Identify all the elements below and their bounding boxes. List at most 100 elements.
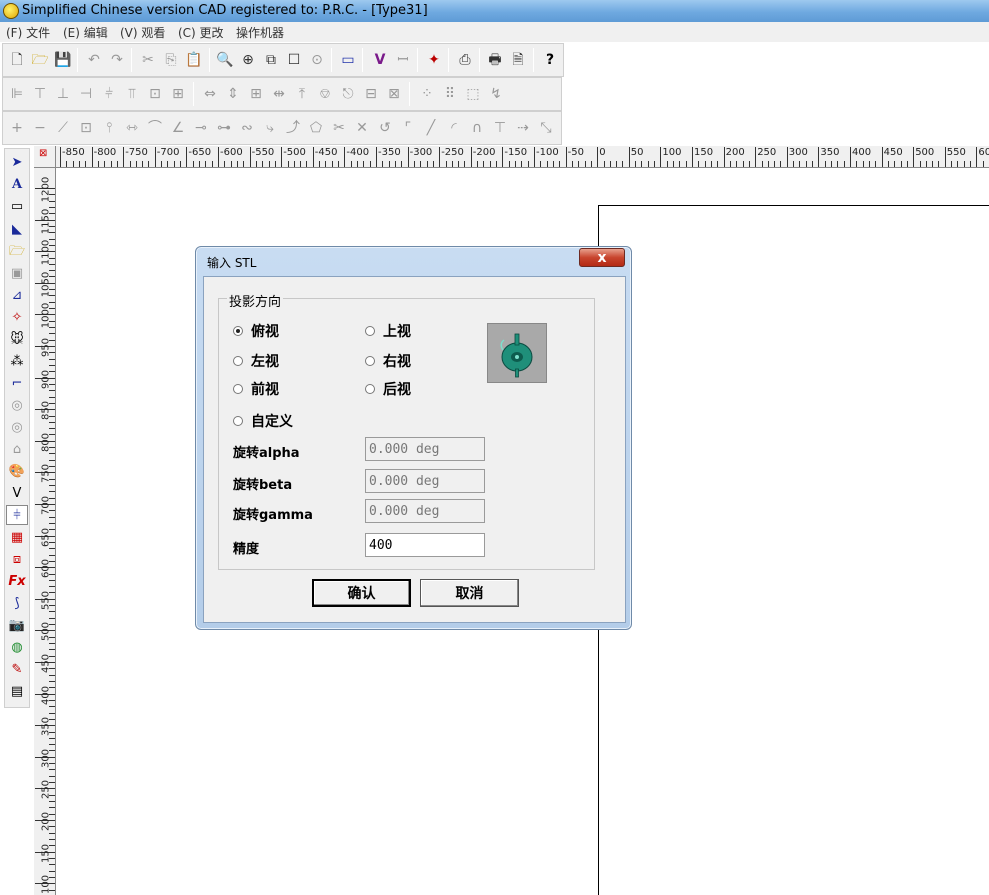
grid-array-icon[interactable]: ▦ bbox=[6, 527, 28, 547]
precision-field[interactable] bbox=[365, 533, 485, 557]
menu-file[interactable]: (F) 文件 bbox=[6, 24, 50, 41]
group-icon[interactable]: ⎋ bbox=[337, 83, 359, 105]
vg-icon[interactable]: V bbox=[6, 483, 28, 503]
distribute-h-icon[interactable]: ⇹ bbox=[268, 83, 290, 105]
plugin-b-icon[interactable]: ◎ bbox=[6, 417, 28, 437]
add-node-icon[interactable]: + bbox=[6, 117, 28, 139]
wand-icon[interactable]: ✧ bbox=[6, 307, 28, 327]
connect-icon[interactable]: ⇢ bbox=[512, 117, 534, 139]
menu-edit[interactable]: (E) 编辑 bbox=[63, 24, 108, 41]
radio-left-view[interactable]: 左视 bbox=[233, 351, 279, 371]
cross-icon[interactable]: ✕ bbox=[351, 117, 373, 139]
frame-icon[interactable]: ⧈ bbox=[6, 549, 28, 569]
radio-indicator[interactable] bbox=[365, 356, 375, 366]
text-tool-icon[interactable]: A bbox=[6, 174, 28, 194]
zoom-window-icon[interactable]: ⧉ bbox=[260, 49, 282, 71]
shape-icon[interactable]: ⬠ bbox=[305, 117, 327, 139]
zoom-in-icon[interactable]: ⊕ bbox=[237, 49, 259, 71]
export-icon[interactable]: ⎙ bbox=[454, 49, 476, 71]
radio-indicator[interactable] bbox=[233, 416, 243, 426]
radio-custom-view[interactable]: 自定义 bbox=[233, 411, 293, 431]
diagonal-icon[interactable]: ╱ bbox=[420, 117, 442, 139]
vector-icon[interactable]: V bbox=[369, 49, 391, 71]
path-icon[interactable]: ↯ bbox=[485, 83, 507, 105]
pen-icon[interactable]: ✎ bbox=[6, 659, 28, 679]
node-select-icon[interactable]: ◣ bbox=[6, 219, 28, 239]
curve-icon[interactable]: ⌒ bbox=[144, 117, 166, 139]
ok-button[interactable]: 确认 bbox=[312, 579, 411, 607]
palette-icon[interactable]: 🎨 bbox=[6, 461, 28, 481]
radio-indicator[interactable] bbox=[233, 384, 243, 394]
dots-icon[interactable]: ⁂ bbox=[6, 351, 28, 371]
join-icon[interactable]: ⇿ bbox=[121, 117, 143, 139]
drill-icon[interactable]: ⌐ bbox=[6, 373, 28, 393]
center-page-icon[interactable]: ⊞ bbox=[167, 83, 189, 105]
align-left-icon[interactable]: ⊫ bbox=[6, 83, 28, 105]
node-line-icon[interactable]: ⊶ bbox=[213, 117, 235, 139]
zoom-icon[interactable]: 🔍 bbox=[214, 49, 236, 71]
cutter-icon[interactable]: ⊿ bbox=[6, 285, 28, 305]
plugin-a-icon[interactable]: ◎ bbox=[6, 395, 28, 415]
distribute-v-icon[interactable]: ⤒ bbox=[291, 83, 313, 105]
fx-icon[interactable]: Fx bbox=[6, 571, 28, 591]
radio-back-view[interactable]: 后视 bbox=[365, 379, 411, 399]
new-file-icon[interactable]: 🗋 bbox=[6, 49, 28, 71]
line-segment-icon[interactable]: ⟋ bbox=[52, 117, 74, 139]
radio-top-view[interactable]: 俯视 bbox=[233, 321, 279, 341]
node-curve-icon[interactable]: ⤴ bbox=[282, 117, 304, 139]
save-icon[interactable]: 💾 bbox=[52, 49, 74, 71]
signature-icon[interactable]: ⟆ bbox=[6, 593, 28, 613]
measure-icon[interactable]: ▭ bbox=[337, 49, 359, 71]
radio-indicator[interactable] bbox=[365, 384, 375, 394]
radio-indicator[interactable] bbox=[365, 326, 375, 336]
ungroup-icon[interactable]: ⊟ bbox=[360, 83, 382, 105]
smooth-icon[interactable]: ∠ bbox=[167, 117, 189, 139]
nodes-icon[interactable]: ⁘ bbox=[416, 83, 438, 105]
node-box-icon[interactable]: ⊡ bbox=[75, 117, 97, 139]
same-height-icon[interactable]: ⇕ bbox=[222, 83, 244, 105]
save-disabled-icon[interactable]: ▣ bbox=[6, 263, 28, 283]
same-width-icon[interactable]: ⇔ bbox=[199, 83, 221, 105]
mirror-icon[interactable]: ⎊ bbox=[314, 83, 336, 105]
menu-view[interactable]: (V) 观看 bbox=[120, 24, 165, 41]
align-right-icon[interactable]: ⊣ bbox=[75, 83, 97, 105]
radio-indicator[interactable] bbox=[233, 356, 243, 366]
rotate-node-icon[interactable]: ↺ bbox=[374, 117, 396, 139]
node-h-icon[interactable]: ⊸ bbox=[190, 117, 212, 139]
redo-icon[interactable]: ↷ bbox=[106, 49, 128, 71]
align-bottom-icon[interactable]: ⊥ bbox=[52, 83, 74, 105]
camera-icon[interactable]: 📷 bbox=[6, 615, 28, 635]
center-icon[interactable]: ⊡ bbox=[144, 83, 166, 105]
open-icon[interactable]: 🗁 bbox=[6, 241, 28, 261]
split-icon[interactable]: ⊤ bbox=[489, 117, 511, 139]
align-center-v-icon[interactable]: ⫩ bbox=[98, 83, 120, 105]
paste-icon[interactable]: 📋 bbox=[183, 49, 205, 71]
arc-icon[interactable]: ◜ bbox=[443, 117, 465, 139]
copy-icon[interactable]: ⎘ bbox=[160, 49, 182, 71]
rectangle-tool-icon[interactable]: ▭ bbox=[6, 196, 28, 216]
zoom-extents-icon[interactable]: ☐ bbox=[283, 49, 305, 71]
close-button[interactable]: x bbox=[579, 248, 625, 267]
menu-machine[interactable]: 操作机器 bbox=[236, 24, 284, 41]
break-icon[interactable]: ⫯ bbox=[98, 117, 120, 139]
grid-icon[interactable]: ⠿ bbox=[439, 83, 461, 105]
scissor-icon[interactable]: ✂ bbox=[328, 117, 350, 139]
radio-right-view[interactable]: 右视 bbox=[365, 351, 411, 371]
print-preview-icon[interactable]: 🗎 bbox=[507, 49, 529, 71]
alpha-field[interactable] bbox=[365, 437, 485, 461]
node-path-icon[interactable]: ⤷ bbox=[259, 117, 281, 139]
open-folder-icon[interactable]: 🗁 bbox=[29, 49, 51, 71]
select-arrow-icon[interactable]: ➤ bbox=[6, 152, 28, 172]
zoom-previous-icon[interactable]: ⊙ bbox=[306, 49, 328, 71]
radio-upper-view[interactable]: 上视 bbox=[365, 321, 411, 341]
array-icon[interactable]: ⊠ bbox=[383, 83, 405, 105]
cancel-button[interactable]: 取消 bbox=[420, 579, 519, 607]
menu-modify[interactable]: (C) 更改 bbox=[178, 24, 224, 41]
mouse-icon[interactable]: 🐭 bbox=[6, 329, 28, 349]
art-icon[interactable]: ◍ bbox=[6, 637, 28, 657]
print-icon[interactable]: 🖶 bbox=[484, 49, 506, 71]
align-top-icon[interactable]: ⊤ bbox=[29, 83, 51, 105]
same-size-icon[interactable]: ⊞ bbox=[245, 83, 267, 105]
radio-indicator[interactable] bbox=[233, 326, 243, 336]
text-style-icon[interactable]: ꟷ bbox=[392, 49, 414, 71]
